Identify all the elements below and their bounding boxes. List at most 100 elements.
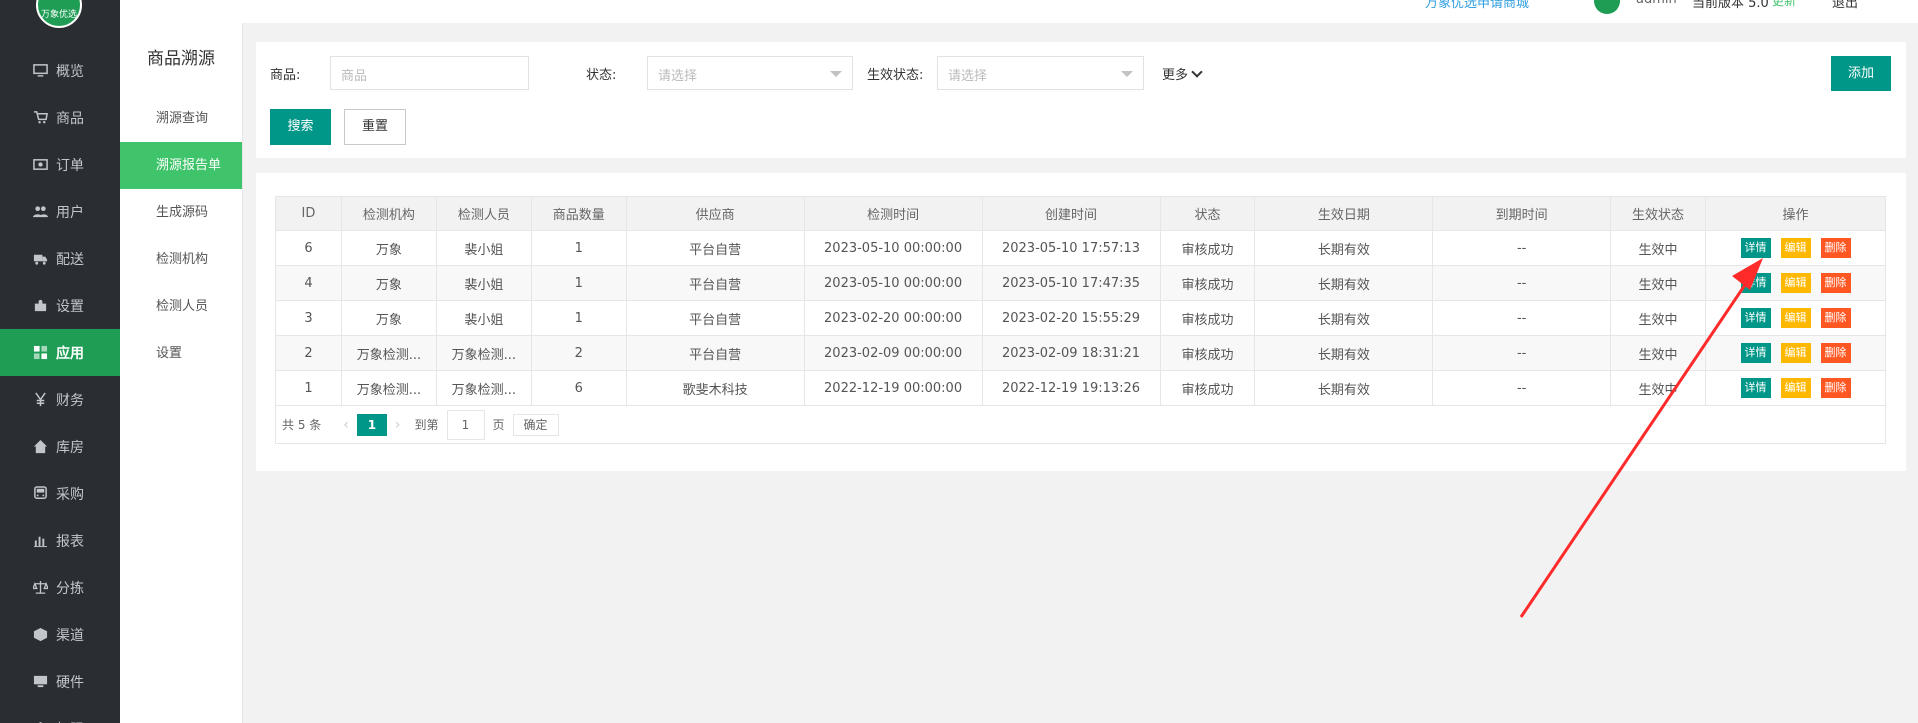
nav-item-13[interactable]: 硬件 — [0, 658, 120, 705]
column-header[interactable]: 供应商 — [625, 196, 805, 231]
nav-item-2[interactable]: 订单 — [0, 141, 120, 188]
confirm-page-button[interactable]: 确定 — [512, 413, 559, 436]
detail-button[interactable]: 详情 — [1740, 378, 1771, 398]
table-cell: 万象检测... — [435, 335, 532, 371]
column-header[interactable]: ID — [275, 196, 342, 231]
nav-item-10[interactable]: 报表 — [0, 517, 120, 564]
chevron-down-icon — [1191, 66, 1203, 78]
table-cell: 审核成功 — [1159, 335, 1256, 371]
delete-button[interactable]: 删除 — [1820, 378, 1851, 398]
table-cell: 长期有效 — [1254, 300, 1434, 336]
nav-item-1[interactable]: 商品 — [0, 94, 120, 141]
nav-item-12[interactable]: 渠道 — [0, 611, 120, 658]
nav-item-8[interactable]: 库房 — [0, 423, 120, 470]
column-header[interactable]: 生效状态 — [1610, 196, 1706, 231]
logo[interactable]: 万象优选 — [36, 0, 82, 28]
column-header[interactable]: 操作 — [1705, 196, 1886, 231]
nav-item-0[interactable]: 概览 — [0, 47, 120, 94]
nav-item-11[interactable]: 分拣 — [0, 564, 120, 611]
column-header[interactable]: 检测时间 — [803, 196, 983, 231]
detail-button[interactable]: 详情 — [1740, 343, 1771, 363]
nav-item-6[interactable]: 应用 — [0, 329, 120, 376]
column-header[interactable]: 状态 — [1159, 196, 1256, 231]
table-cell: 万象检测... — [340, 370, 437, 406]
table-cell: 1 — [530, 300, 627, 336]
subnav-item-3[interactable]: 检测机构 — [120, 236, 242, 283]
current-page[interactable]: 1 — [356, 413, 387, 436]
nav-item-14[interactable]: 权限 — [0, 705, 120, 723]
subnav-item-5[interactable]: 设置 — [120, 330, 242, 377]
reset-button[interactable]: 重置 — [344, 109, 406, 145]
nav-item-3[interactable]: 用户 — [0, 188, 120, 235]
column-header[interactable]: 检测机构 — [340, 196, 437, 231]
detail-button[interactable]: 详情 — [1740, 238, 1771, 258]
cart-icon — [32, 110, 48, 126]
table-cell: 1 — [530, 230, 627, 266]
nav-item-5[interactable]: 设置 — [0, 282, 120, 329]
column-header[interactable]: 创建时间 — [981, 196, 1161, 231]
edit-button[interactable]: 编辑 — [1780, 308, 1811, 328]
mall-link[interactable]: 万象优选申请商城 — [1425, 0, 1529, 11]
edit-button[interactable]: 编辑 — [1780, 378, 1811, 398]
nav-list: 概览商品订单用户配送设置应用财务库房采购报表分拣渠道硬件权限 — [0, 47, 120, 723]
column-header[interactable]: 商品数量 — [530, 196, 627, 231]
delete-button[interactable]: 删除 — [1820, 308, 1851, 328]
avatar[interactable] — [1594, 0, 1620, 14]
nav-item-label: 库房 — [56, 439, 84, 456]
table-header: ID 检测机构 检测人员 商品数量 供应商 检测时间 创建时间 状态 生效日期 到期时间 生效状态操… — [275, 196, 1886, 231]
table-cell: 万象 — [340, 230, 437, 266]
table-cell: 平台自营 — [625, 265, 805, 301]
nav-item-4[interactable]: 配送 — [0, 235, 120, 282]
table-cell: 2023-05-10 00:00:00 — [803, 230, 983, 266]
status-select[interactable]: 请选择 — [647, 56, 853, 90]
more-filters-toggle[interactable]: 更多 — [1162, 64, 1203, 83]
nav-item-label: 硬件 — [56, 674, 84, 691]
logout-link[interactable]: 退出 — [1832, 0, 1858, 11]
table-cell: 裴小姐 — [435, 230, 532, 266]
table-row: 6 万象 裴小姐 1 平台自营 2023-05-10 00:00:00 2023-05-10… — [275, 230, 1886, 266]
subnav-item-0[interactable]: 溯源查询 — [120, 95, 242, 142]
delete-button[interactable]: 删除 — [1820, 343, 1851, 363]
table-cell: 生效中 — [1610, 300, 1706, 336]
actions-cell: 详情 编辑 删除 — [1705, 335, 1886, 371]
edit-button[interactable]: 编辑 — [1780, 238, 1811, 258]
detail-button[interactable]: 详情 — [1740, 273, 1771, 293]
desktop-icon — [32, 674, 48, 690]
column-header[interactable]: 到期时间 — [1432, 196, 1612, 231]
nav-item-7[interactable]: 财务 — [0, 376, 120, 423]
nav-item-9[interactable]: 采购 — [0, 470, 120, 517]
search-button[interactable]: 搜索 — [270, 109, 331, 145]
pagination: 共 5 条 ‹ 1 › 到第 1 页 确定 — [275, 406, 1886, 444]
subnav-item-4[interactable]: 检测人员 — [120, 283, 242, 330]
logo-text: 万象优选 — [40, 10, 77, 20]
table-cell: -- — [1432, 300, 1612, 336]
prev-page-icon[interactable]: ‹ — [343, 417, 349, 433]
table-cell: 歌斐木科技 — [625, 370, 805, 406]
update-link[interactable]: 更新 — [1772, 0, 1796, 9]
edit-button[interactable]: 编辑 — [1780, 343, 1811, 363]
caret-down-icon — [1121, 71, 1133, 77]
subnav-item-2[interactable]: 生成源码 — [120, 189, 242, 236]
column-header[interactable]: 检测人员 — [435, 196, 532, 231]
nav-item-label: 采购 — [56, 486, 84, 503]
table-cell: 2023-05-10 00:00:00 — [803, 265, 983, 301]
table-cell: 4 — [275, 265, 342, 301]
product-input[interactable]: 商品 — [330, 56, 529, 90]
add-button[interactable]: 添加 — [1831, 56, 1891, 91]
table-cell: 万象 — [340, 300, 437, 336]
table-row: 3 万象 裴小姐 1 平台自营 2023-02-20 00:00:00 2023-02-20… — [275, 300, 1886, 336]
subnav-item-1[interactable]: 溯源报告单 — [120, 142, 242, 189]
row-actions: 详情 编辑 删除 — [1707, 238, 1885, 258]
edit-button[interactable]: 编辑 — [1780, 273, 1811, 293]
username[interactable]: admin — [1636, 0, 1677, 7]
delete-button[interactable]: 删除 — [1820, 238, 1851, 258]
column-header[interactable]: 生效日期 — [1254, 196, 1434, 231]
top-header: 万象优选申请商城 admin 当前版本 5.0 更新 退出 — [120, 0, 1918, 23]
page-input[interactable]: 1 — [446, 409, 485, 440]
puzzle-icon — [32, 298, 48, 314]
detail-button[interactable]: 详情 — [1740, 308, 1771, 328]
next-page-icon[interactable]: › — [395, 417, 401, 433]
delete-button[interactable]: 删除 — [1820, 273, 1851, 293]
effect-status-select[interactable]: 请选择 — [937, 56, 1144, 90]
table-cell: 平台自营 — [625, 230, 805, 266]
